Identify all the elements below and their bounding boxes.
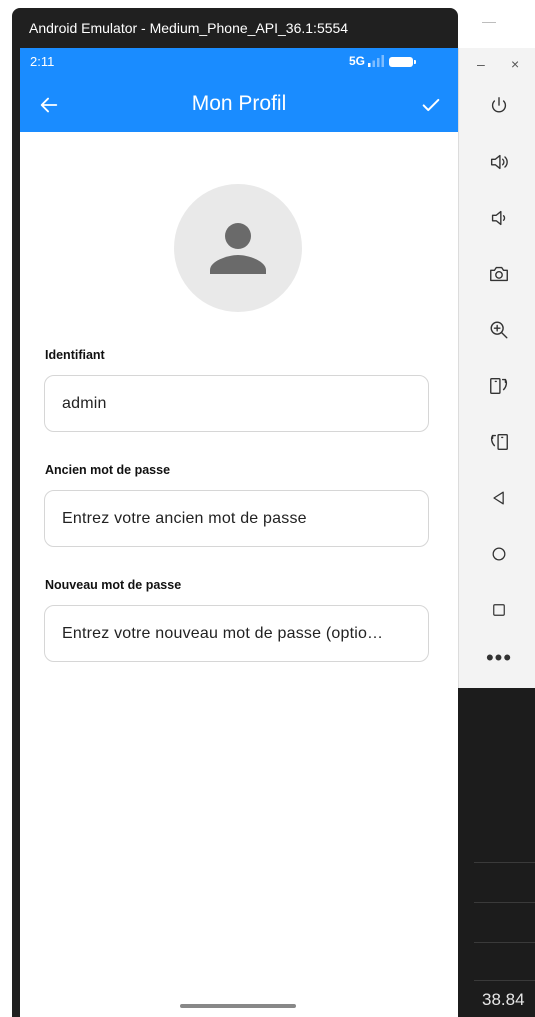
- save-button[interactable]: [410, 84, 452, 126]
- person-icon: [210, 223, 266, 274]
- power-button[interactable]: [479, 86, 519, 126]
- divider: [474, 862, 535, 863]
- app-bar: Mon Profil: [20, 78, 458, 132]
- battery-icon: [389, 57, 416, 67]
- screenshot-button[interactable]: [479, 254, 519, 294]
- signal-icon: [368, 55, 384, 67]
- emulator-titlebar[interactable]: Android Emulator - Medium_Phone_API_36.1…: [12, 8, 458, 48]
- divider: [474, 902, 535, 903]
- avatar[interactable]: [174, 184, 302, 312]
- rotate-right-icon: [490, 433, 508, 451]
- desktop-background-left: [0, 0, 12, 1017]
- rotate-right-button[interactable]: [479, 422, 519, 462]
- old-password-input[interactable]: [44, 490, 429, 547]
- home-icon: [492, 547, 506, 561]
- nav-home-button[interactable]: [479, 534, 519, 574]
- minimize-button[interactable]: –: [477, 56, 485, 72]
- page-title: Mon Profil: [191, 92, 287, 115]
- emulator-title: Android Emulator - Medium_Phone_API_36.1…: [29, 20, 349, 36]
- username-input[interactable]: [44, 375, 429, 432]
- volume-up-button[interactable]: [479, 142, 519, 182]
- new-password-input[interactable]: [44, 605, 429, 662]
- username-label: Identifiant: [45, 348, 105, 362]
- status-bar: 2:11 5G: [20, 48, 458, 78]
- volume-up-icon: [490, 154, 508, 170]
- volume-down-button[interactable]: [479, 198, 519, 238]
- nav-overview-button[interactable]: [479, 590, 519, 630]
- old-password-label: Ancien mot de passe: [45, 463, 171, 477]
- divider: [474, 942, 535, 943]
- camera-icon: [490, 266, 508, 282]
- background-value-text: 38.84: [482, 990, 525, 1009]
- back-icon: [493, 491, 504, 505]
- emulator-toolbar: – × •••: [458, 48, 535, 688]
- volume-down-icon: [491, 210, 506, 226]
- new-password-label: Nouveau mot de passe: [45, 578, 182, 592]
- more-icon: •••: [485, 645, 513, 670]
- nav-back-button[interactable]: [479, 478, 519, 518]
- rotate-left-button[interactable]: [479, 366, 519, 406]
- rotate-left-icon: [490, 377, 508, 395]
- background-dash: [482, 22, 496, 23]
- status-time: 2:11: [30, 54, 55, 69]
- more-button[interactable]: •••: [479, 638, 519, 678]
- close-button[interactable]: ×: [511, 56, 519, 72]
- overview-icon: [493, 604, 505, 616]
- phone-screen: 2:11 5G Mon Profil Identifiant admin Anc…: [20, 48, 458, 1017]
- desktop-background-panel: 38.84: [458, 688, 535, 1017]
- gesture-nav-handle[interactable]: [180, 1004, 296, 1008]
- power-icon: [491, 97, 507, 113]
- emulator-window: Android Emulator - Medium_Phone_API_36.1…: [12, 8, 458, 1017]
- divider: [474, 980, 535, 981]
- status-network: 5G: [349, 54, 366, 68]
- zoom-icon: [490, 321, 508, 339]
- zoom-button[interactable]: [479, 310, 519, 350]
- check-icon: [422, 98, 440, 112]
